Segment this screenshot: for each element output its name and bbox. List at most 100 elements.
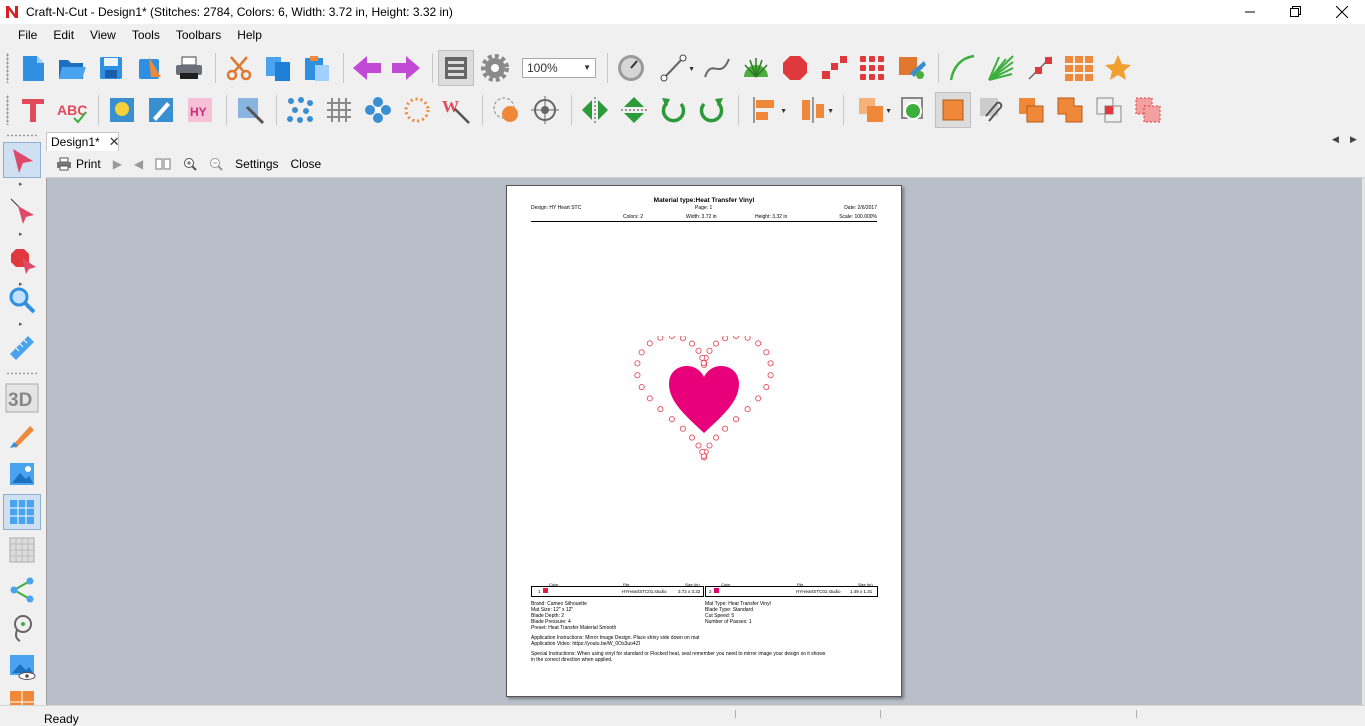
restore-button[interactable] [1273, 0, 1319, 24]
save-button[interactable] [93, 50, 129, 86]
image-tool[interactable] [3, 456, 41, 492]
grid-fill-button[interactable] [855, 50, 891, 86]
tab-close-icon[interactable]: ✕ [109, 134, 120, 150]
center-button[interactable] [527, 92, 563, 128]
import-image-button[interactable] [104, 92, 140, 128]
align-center-button[interactable]: ▼ [791, 92, 835, 128]
magic-select-button[interactable] [232, 92, 268, 128]
outline-dot [638, 349, 645, 356]
menu-view[interactable]: View [82, 28, 124, 42]
paste-button[interactable] [299, 50, 335, 86]
curve-icon [704, 58, 730, 78]
image-view-tool[interactable] [3, 648, 41, 684]
speed-button[interactable] [613, 50, 649, 86]
paint-tool[interactable] [3, 418, 41, 454]
open-folder-icon [59, 60, 86, 79]
open-button[interactable] [54, 50, 90, 86]
menu-edit[interactable]: Edit [45, 28, 82, 42]
preview-settings-button[interactable]: Settings [235, 157, 278, 171]
spell-text-button[interactable]: ABC [54, 92, 90, 128]
node-tool-button[interactable] [816, 50, 852, 86]
pattern-button[interactable] [1061, 50, 1097, 86]
zoom-in-button[interactable] [183, 157, 197, 171]
next-page-button[interactable]: ▶ [113, 157, 122, 171]
select-tool[interactable] [3, 142, 41, 178]
fill-button[interactable] [935, 92, 971, 128]
flower-button[interactable] [360, 92, 396, 128]
preview-close-button[interactable]: Close [291, 157, 322, 171]
mirror-vertical-button[interactable] [616, 92, 652, 128]
color-pick-button[interactable] [894, 50, 930, 86]
align-left-button[interactable]: ▼ [744, 92, 788, 128]
rotate-select-button[interactable] [488, 92, 524, 128]
toolbar-grip[interactable] [6, 372, 38, 375]
toolbar-grip[interactable] [6, 95, 9, 125]
settings-toolbar-button[interactable] [477, 50, 513, 86]
grid-pattern-button[interactable] [321, 92, 357, 128]
print-toolbar-button[interactable] [171, 50, 207, 86]
exclude-button[interactable] [1130, 92, 1166, 128]
arc-tool-button[interactable] [944, 50, 980, 86]
combine-button[interactable] [1013, 92, 1049, 128]
node-select-tool[interactable] [3, 192, 41, 228]
arrange-button[interactable]: ▼ [849, 92, 893, 128]
mirror-horizontal-button[interactable] [577, 92, 613, 128]
outline-button[interactable] [896, 92, 932, 128]
menu-file[interactable]: File [10, 28, 45, 42]
intersect-button[interactable] [1091, 92, 1127, 128]
favorite-button[interactable] [1100, 50, 1136, 86]
two-page-button[interactable] [155, 157, 171, 171]
toolbar-separator [938, 53, 939, 83]
radial-tool-button[interactable] [738, 50, 774, 86]
weld-button[interactable] [1052, 92, 1088, 128]
minimize-button[interactable] [1227, 0, 1273, 24]
copy-button[interactable] [260, 50, 296, 86]
zoom-value: 100% [527, 61, 558, 75]
word-art-button[interactable]: W [438, 92, 474, 128]
prev-page-button[interactable]: ◀ [134, 157, 143, 171]
line-tool-button[interactable]: ▼ [652, 50, 696, 86]
node-edit-button[interactable] [1022, 50, 1058, 86]
toolbar-grip[interactable] [6, 53, 9, 83]
hatch-tool[interactable] [3, 532, 41, 568]
text-tool-button[interactable] [15, 92, 51, 128]
shape-select-tool[interactable] [3, 242, 41, 278]
tab-design1[interactable]: Design1* ✕ [46, 132, 120, 151]
scatter-button[interactable] [282, 92, 318, 128]
shape-tool-button[interactable] [777, 50, 813, 86]
rotate-right-button[interactable] [694, 92, 730, 128]
rotate-left-button[interactable] [655, 92, 691, 128]
draw-image-button[interactable] [143, 92, 179, 128]
attach-button[interactable] [974, 92, 1010, 128]
new-button[interactable] [15, 50, 51, 86]
cut-button[interactable] [221, 50, 257, 86]
fan-tool-button[interactable] [983, 50, 1019, 86]
zoom-out-button[interactable] [209, 157, 223, 171]
color-file: HYHeartSTC01.studio [622, 589, 667, 594]
redo-button[interactable] [388, 50, 424, 86]
circle-dots-button[interactable] [399, 92, 435, 128]
undo-button[interactable] [349, 50, 385, 86]
chevron-down-icon: ▼ [885, 108, 892, 115]
preview-print-button[interactable]: Print [56, 157, 101, 171]
tab-scroll-right-icon[interactable]: ▶ [1350, 134, 1357, 145]
3d-view-tool[interactable]: 3D [3, 380, 41, 416]
octagon-icon [783, 56, 807, 80]
menu-toolbars[interactable]: Toolbars [168, 28, 229, 42]
window-controls [1227, 0, 1365, 24]
close-window-button[interactable] [1319, 0, 1365, 24]
lasso-tool[interactable] [3, 610, 41, 646]
share-tool[interactable] [3, 572, 41, 608]
menu-tools[interactable]: Tools [124, 28, 168, 42]
tab-scroll-left-icon[interactable]: ◀ [1332, 134, 1339, 145]
hy-font-button[interactable]: HY [182, 92, 218, 128]
toolbar-grip[interactable] [6, 134, 38, 137]
curve-tool-button[interactable] [699, 50, 735, 86]
grid-view-tool[interactable] [3, 494, 41, 530]
menu-help[interactable]: Help [229, 28, 270, 42]
print-preview-button[interactable] [438, 50, 474, 86]
zoom-select[interactable]: 100% ▼ [522, 58, 596, 78]
save-as-button[interactable] [132, 50, 168, 86]
measure-tool[interactable] [3, 330, 41, 366]
zoom-tool[interactable] [3, 282, 41, 318]
